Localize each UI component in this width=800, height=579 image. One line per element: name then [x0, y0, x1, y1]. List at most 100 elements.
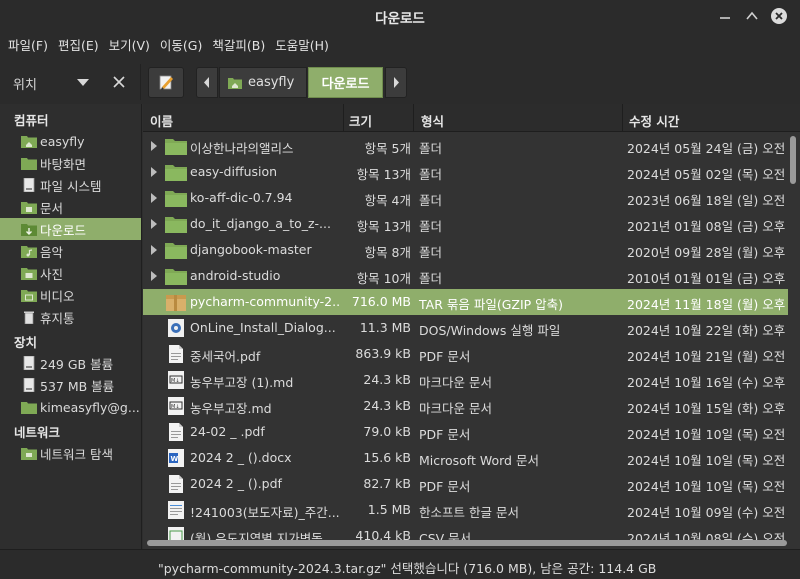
sidebar-item-home[interactable]: easyfly — [0, 130, 141, 152]
file-modified: 2020년 09월 28일 (월) 오후 — [627, 245, 786, 260]
file-type: PDF 문서 — [419, 349, 471, 364]
file-row[interactable]: M↓ 농우부고장.md 24.3 kB 마크다운 문서 2024년 10월 15일 (화… — [143, 393, 788, 419]
archive-icon — [165, 293, 187, 314]
chevron-down-icon[interactable] — [76, 78, 90, 88]
sidebar-item-pictures[interactable]: 사진 — [0, 262, 141, 284]
menu-go[interactable]: 이동(G) — [155, 32, 207, 60]
sidebar-item-trash[interactable]: 휴지통 — [0, 306, 141, 328]
breadcrumb-home[interactable]: easyfly — [219, 67, 307, 98]
sidebar-item-label: 다운로드 — [40, 222, 87, 238]
file-type: 한소프트 한글 문서 — [419, 505, 519, 520]
sidebar-header-devices: 장치 — [14, 335, 38, 350]
hwp-icon — [165, 501, 187, 522]
vertical-scrollbar[interactable] — [790, 136, 796, 184]
file-type: PDF 문서 — [419, 479, 471, 494]
menu-view[interactable]: 보기(V) — [104, 32, 155, 60]
close-sidebar-icon[interactable] — [112, 75, 126, 89]
title-bar: 다운로드 — [0, 0, 800, 32]
sidebar-item-label: 음악 — [40, 244, 64, 260]
file-row[interactable]: djangobook-master 항목 8개 폴더 2020년 09월 28일 (월… — [143, 237, 788, 263]
column-name[interactable]: 이름 — [150, 111, 173, 130]
sidebar-item-label: 비디오 — [40, 288, 75, 304]
column-separator — [343, 104, 344, 132]
file-row[interactable]: M↓ 농우부고장 (1).md 24.3 kB 마크다운 문서 2024년 10월 16… — [143, 367, 788, 393]
expander-icon[interactable] — [150, 141, 158, 151]
breadcrumb-downloads[interactable]: 다운로드 — [308, 67, 383, 98]
file-row[interactable]: !241003(보도자료)_주간... 1.5 MB 한소프트 한글 문서 2024년… — [143, 497, 788, 523]
sidebar-item-label: 파일 시스템 — [40, 178, 102, 194]
file-row[interactable]: do_it_django_a_to_z-... 항목 13개 폴더 2021년 01월… — [143, 211, 788, 237]
file-name: ko-aff-dic-0.7.94 — [190, 190, 293, 205]
menu-file[interactable]: 파일(F) — [3, 32, 53, 60]
expander-icon[interactable] — [150, 167, 158, 177]
sidebar-item-label: easyfly — [40, 133, 85, 149]
menu-bar: 파일(F) 편집(E) 보기(V) 이동(G) 책갈피(B) 도움말(H) — [0, 32, 800, 60]
file-name: !241003(보도자료)_주간... — [190, 505, 340, 520]
chevron-left-icon — [204, 77, 209, 88]
column-type[interactable]: 형식 — [421, 111, 444, 130]
toolbar-divider — [140, 64, 141, 100]
sidebar-item-downloads[interactable]: 다운로드 — [0, 218, 141, 240]
expander-icon[interactable] — [150, 271, 158, 281]
file-row[interactable]: 이상한나라의앨리스 항목 5개 폴더 2024년 05월 24일 (금) 오전 — [143, 133, 788, 159]
folder-icon — [165, 189, 187, 210]
edit-location-button[interactable] — [148, 67, 184, 98]
close-icon[interactable] — [769, 6, 789, 26]
column-size[interactable]: 크기 — [349, 111, 372, 130]
file-row[interactable]: 24-02 _ .pdf 79.0 kB PDF 문서 2024년 10월 10일 (… — [143, 419, 788, 445]
minimize-icon[interactable] — [715, 6, 735, 26]
folder-icon — [165, 267, 187, 288]
file-size: 24.3 kB — [363, 372, 411, 387]
sidebar-item-volume-249gb[interactable]: 249 GB 볼륨 — [0, 352, 141, 374]
pictures-folder-icon — [21, 268, 37, 280]
svg-text:M↓: M↓ — [171, 378, 180, 384]
file-name: do_it_django_a_to_z-... — [190, 216, 331, 231]
sidebar-item-videos[interactable]: 비디오 — [0, 284, 141, 306]
back-button[interactable] — [196, 67, 218, 98]
file-name: 2024 2 _ ().pdf — [190, 476, 282, 491]
sidebar-item-label: 문서 — [40, 200, 64, 216]
horizontal-scrollbar[interactable] — [147, 540, 787, 546]
folder-icon — [165, 163, 187, 184]
expander-icon[interactable] — [150, 193, 158, 203]
gear-icon — [165, 319, 187, 340]
sidebar-item-volume-537mb[interactable]: 537 MB 볼륨 — [0, 374, 141, 396]
file-modified: 2024년 11월 18일 (월) 오후 — [627, 297, 786, 312]
menu-bookmarks[interactable]: 책갈피(B) — [207, 32, 270, 60]
file-modified: 2024년 10월 22일 (화) 오후 — [627, 323, 786, 338]
file-name: pycharm-community-2... — [190, 294, 340, 309]
file-size: 항목 10개 — [356, 271, 411, 286]
file-modified: 2024년 10월 09일 (수) 오전 — [627, 505, 786, 520]
expander-icon[interactable] — [150, 245, 158, 255]
column-modified[interactable]: 수정 시간 — [629, 111, 679, 130]
file-modified: 2024년 10월 10일 (목) 오전 — [627, 453, 786, 468]
file-row[interactable]: OnLine_Install_Dialog... 11.3 MB DOS/Windo… — [143, 315, 788, 341]
file-row[interactable]: ko-aff-dic-0.7.94 항목 4개 폴더 2023년 06월 18일 (일… — [143, 185, 788, 211]
expander-icon[interactable] — [150, 219, 158, 229]
menu-help[interactable]: 도움말(H) — [270, 32, 334, 60]
file-row[interactable]: 2024 2 _ ().pdf 82.7 kB PDF 문서 2024년 10월 10… — [143, 471, 788, 497]
file-row[interactable]: easy-diffusion 항목 13개 폴더 2024년 05월 02일 (목) … — [143, 159, 788, 185]
file-row[interactable]: pycharm-community-2... 716.0 MB TAR 묶음 파일(… — [143, 289, 788, 315]
network-folder-icon — [21, 448, 37, 460]
file-row[interactable]: android-studio 항목 10개 폴더 2010년 01월 01일 (금) … — [143, 263, 788, 289]
sidebar-item-network-browse[interactable]: 네트워크 탐색 — [0, 442, 141, 464]
file-row[interactable]: 중세국어.pdf 863.9 kB PDF 문서 2024년 10월 21일 (월) … — [143, 341, 788, 367]
forward-button[interactable] — [385, 67, 407, 98]
sidebar-item-google-drive[interactable]: kimeasyfly@g... — [0, 396, 141, 418]
drive-icon — [23, 178, 35, 192]
sidebar-item-label: 휴지통 — [40, 310, 75, 326]
file-size: 863.9 kB — [355, 346, 411, 361]
pencil-icon — [159, 75, 173, 90]
sidebar-item-documents[interactable]: 문서 — [0, 196, 141, 218]
menu-edit[interactable]: 편집(E) — [53, 32, 104, 60]
sidebar-item-filesystem[interactable]: 파일 시스템 — [0, 174, 141, 196]
file-row[interactable]: W 2024 2 _ ().docx 15.6 kB Microsoft Word 문… — [143, 445, 788, 471]
sidebar-item-music[interactable]: 음악 — [0, 240, 141, 262]
file-type: 마크다운 문서 — [419, 401, 492, 416]
column-header: 이름 크기 형식 수정 시간 — [143, 104, 800, 132]
file-type: Microsoft Word 문서 — [419, 453, 539, 468]
maximize-icon[interactable] — [742, 6, 762, 26]
folder-icon — [21, 202, 37, 214]
sidebar-item-desktop[interactable]: 바탕화면 — [0, 152, 141, 174]
